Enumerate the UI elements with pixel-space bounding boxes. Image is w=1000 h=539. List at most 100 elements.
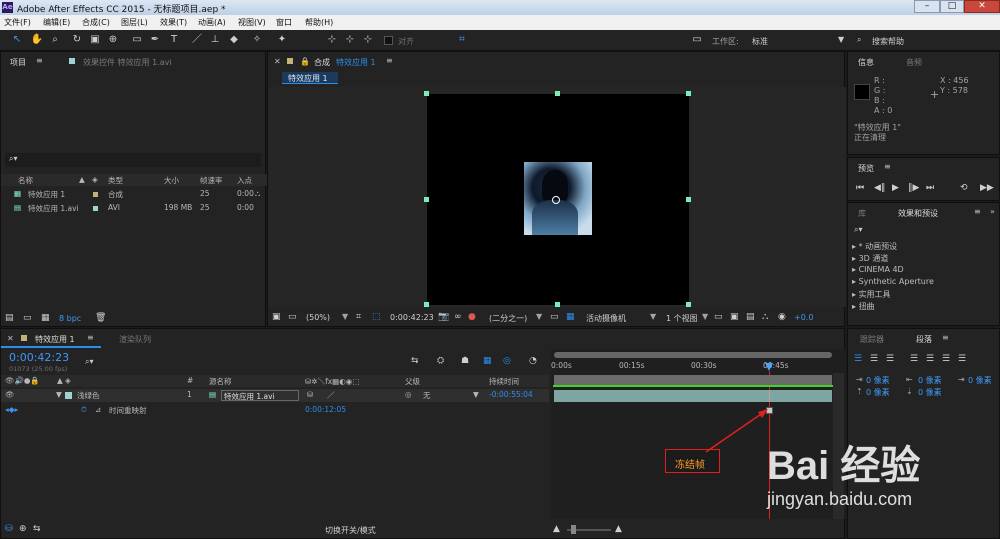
toggle-switches-modes[interactable]: 切换开关/模式 bbox=[325, 525, 376, 536]
always-preview-icon[interactable]: ▣ bbox=[272, 311, 281, 323]
toggle-transfer-icon[interactable]: ⊕ bbox=[19, 523, 27, 535]
text-tool-icon[interactable]: T bbox=[167, 33, 181, 47]
new-comp-icon[interactable]: ▦ bbox=[41, 312, 50, 324]
tab-project[interactable]: 项目 bbox=[10, 57, 26, 68]
delete-icon[interactable]: 🗑 bbox=[95, 312, 106, 324]
layer-duration-bar[interactable] bbox=[554, 390, 832, 402]
indent-left-value[interactable]: 0 像素 bbox=[866, 375, 890, 386]
safe-margins-icon[interactable]: ⌗ bbox=[356, 311, 361, 323]
toggle-layer-switches-icon[interactable]: ⛁ bbox=[5, 523, 13, 535]
column-fps[interactable]: 帧速率 bbox=[200, 175, 223, 186]
transform-handle[interactable] bbox=[424, 302, 429, 307]
axis-local-icon[interactable]: ⊹ bbox=[325, 33, 339, 47]
timeline-icon[interactable]: ▤ bbox=[746, 311, 755, 323]
panel-menu-icon[interactable]: ≡ bbox=[942, 333, 949, 342]
effect-category[interactable]: ▸ 3D 通道 bbox=[852, 253, 888, 264]
bpc-button[interactable]: 8 bpc bbox=[59, 314, 81, 323]
snap-checkbox[interactable] bbox=[384, 36, 393, 45]
resolution-select[interactable]: (二分之一) bbox=[489, 313, 527, 324]
pixel-aspect-icon[interactable]: ▭ bbox=[714, 311, 723, 323]
panel-menu-icon[interactable]: ≡ bbox=[87, 333, 94, 342]
selection-tool-icon[interactable]: ↖ bbox=[10, 33, 24, 47]
snapshot-icon[interactable]: 📷 bbox=[438, 311, 449, 323]
region-of-interest-icon[interactable]: ▭ bbox=[550, 311, 559, 323]
tab-comp-label[interactable]: 合成 bbox=[314, 57, 330, 68]
fast-previews-icon[interactable]: ▣ bbox=[730, 311, 739, 323]
zoom-select[interactable]: (50%) bbox=[306, 313, 330, 322]
prev-frame-icon[interactable]: ◀‖ bbox=[874, 182, 885, 194]
camera-tool-icon[interactable]: ▣ bbox=[88, 33, 102, 47]
anchor-point-icon[interactable] bbox=[552, 196, 560, 204]
exposure-value[interactable]: +0.0 bbox=[794, 313, 813, 322]
justify-last-left-icon[interactable]: ☰ bbox=[910, 353, 918, 365]
last-frame-icon[interactable]: ⏭ bbox=[926, 182, 934, 194]
layer-row[interactable]: 👁 ▼ 浅绿色 1 ▤ 特效应用 1.avi ⛁ ／ ◎ 无 ▼ -0:00:5… bbox=[1, 389, 549, 402]
tab-effect-controls[interactable]: 效果控件 特效应用 1.avi bbox=[83, 57, 172, 68]
justify-last-right-icon[interactable]: ☰ bbox=[942, 353, 950, 365]
column-parent[interactable]: 父级 bbox=[405, 376, 420, 387]
shy-layers-icon[interactable]: ☗ bbox=[461, 355, 469, 367]
motion-blur-icon[interactable]: ◎ bbox=[503, 355, 511, 367]
mask-visibility-icon[interactable]: ⬚ bbox=[372, 311, 381, 323]
close-button[interactable]: ✕ bbox=[964, 0, 1000, 13]
menu-window[interactable]: 窗口 bbox=[276, 17, 292, 28]
search-icon[interactable]: ⌕▾ bbox=[85, 357, 94, 367]
eraser-tool-icon[interactable]: ◆ bbox=[227, 33, 241, 47]
menu-view[interactable]: 视图(V) bbox=[238, 17, 266, 28]
clone-stamp-tool-icon[interactable]: ⊥ bbox=[208, 33, 222, 47]
stopwatch-icon[interactable]: ⏱ bbox=[81, 405, 87, 415]
search-help-field[interactable]: 搜索帮助 bbox=[872, 36, 904, 47]
more-tabs-icon[interactable]: » bbox=[990, 207, 995, 216]
effect-category[interactable]: ▸ CINEMA 4D bbox=[852, 265, 904, 274]
rectangle-tool-icon[interactable]: ▭ bbox=[130, 33, 144, 47]
label-color-icon[interactable] bbox=[65, 392, 72, 399]
graph-icon[interactable]: ⊿ bbox=[95, 405, 101, 414]
menu-file[interactable]: 文件(F) bbox=[4, 17, 31, 28]
transform-handle[interactable] bbox=[424, 91, 429, 96]
effect-category[interactable]: ▸ * 动画预设 bbox=[852, 241, 897, 252]
tab-timeline-comp[interactable]: 特效应用 1 bbox=[35, 334, 75, 345]
minimize-button[interactable]: – bbox=[914, 0, 940, 13]
zoom-dropdown-icon[interactable]: ▼ bbox=[342, 312, 348, 321]
maximize-button[interactable]: □ bbox=[940, 0, 964, 13]
zoom-out-icon[interactable]: ▲ bbox=[553, 523, 560, 535]
hand-tool-icon[interactable]: ✋ bbox=[30, 33, 44, 47]
next-frame-icon[interactable]: ‖▶ bbox=[908, 182, 919, 194]
tab-effects-presets[interactable]: 效果和预设 bbox=[898, 208, 938, 219]
menu-composition[interactable]: 合成(C) bbox=[82, 17, 110, 28]
comp-mini-flowchart-icon[interactable]: ⇆ bbox=[411, 355, 419, 367]
resolution-dropdown-icon[interactable]: ▼ bbox=[536, 312, 542, 321]
zoom-in-icon[interactable]: ▲ bbox=[615, 523, 622, 535]
parent-dropdown-icon[interactable]: ▼ bbox=[473, 390, 479, 399]
transform-handle[interactable] bbox=[424, 197, 429, 202]
show-snapshot-icon[interactable]: ∞ bbox=[454, 311, 462, 323]
column-in[interactable]: 入点 bbox=[237, 175, 252, 186]
time-remap-row[interactable]: ◂◆▸ ⏱ ⊿ 时间重映射 0:00:12:05 bbox=[1, 404, 549, 416]
channel-icon[interactable]: ● bbox=[468, 311, 476, 323]
parent-pickwhip-icon[interactable]: ◎ bbox=[405, 390, 412, 399]
column-size[interactable]: 大小 bbox=[164, 175, 179, 186]
time-remap-value[interactable]: 0:00:12:05 bbox=[305, 405, 346, 414]
work-area-span[interactable] bbox=[554, 375, 832, 385]
column-name[interactable]: 名称 bbox=[18, 175, 33, 186]
transform-handle[interactable] bbox=[686, 91, 691, 96]
column-source-name[interactable]: 源名称 bbox=[209, 376, 232, 387]
brush-tool-icon[interactable]: ／ bbox=[190, 33, 204, 47]
indent-right-value[interactable]: 0 像素 bbox=[918, 375, 942, 386]
transform-handle[interactable] bbox=[686, 197, 691, 202]
ram-preview-icon[interactable]: ▶▶ bbox=[980, 182, 994, 194]
close-tab-icon[interactable]: ✕ bbox=[274, 57, 281, 66]
panel-menu-icon[interactable]: ≡ bbox=[884, 162, 891, 171]
graph-editor-icon[interactable]: ◔ bbox=[529, 355, 537, 367]
tab-paragraph[interactable]: 段落 bbox=[916, 334, 932, 345]
draft-3d-icon[interactable]: ⛭ bbox=[437, 355, 444, 367]
indent-first-value[interactable]: 0 像素 bbox=[968, 375, 992, 386]
display-icon[interactable]: ▭ bbox=[288, 311, 297, 323]
frame-blending-icon[interactable]: ▦ bbox=[483, 355, 492, 367]
tab-info[interactable]: 信息 bbox=[858, 57, 874, 68]
menu-layer[interactable]: 图层(L) bbox=[121, 17, 148, 28]
transform-handle[interactable] bbox=[555, 91, 560, 96]
panel-menu-icon[interactable]: ≡ bbox=[386, 56, 393, 65]
menu-animation[interactable]: 动画(A) bbox=[198, 17, 226, 28]
expand-arrow-icon[interactable]: ▼ bbox=[56, 390, 62, 399]
